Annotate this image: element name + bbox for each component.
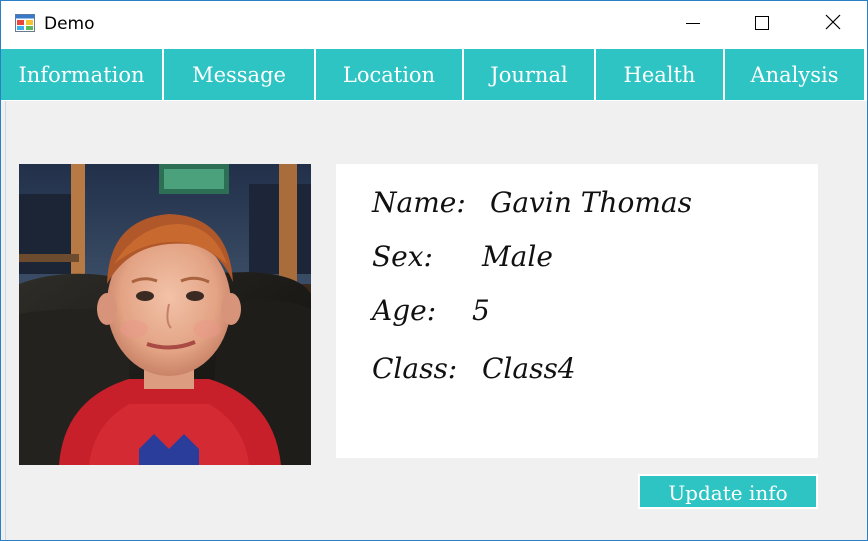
tab-bar: Information Message Location Journal Hea… (1, 47, 867, 101)
minimize-button[interactable] (670, 1, 716, 47)
maximize-icon (755, 15, 769, 34)
maximize-button[interactable] (739, 1, 785, 47)
info-card: Name: Gavin Thomas Sex: Male Age: 5 Class: C… (336, 164, 818, 458)
update-info-button[interactable]: Update info (638, 474, 818, 509)
sex-label: Sex: (372, 240, 433, 273)
class-value: Class4 (482, 352, 576, 385)
sex-row: Sex: Male (372, 240, 553, 273)
title-bar[interactable]: Demo (1, 1, 867, 47)
app-window: Demo Information Message Location Journa… (0, 0, 868, 541)
minimize-icon (686, 15, 700, 34)
sex-value: Male (482, 240, 553, 273)
age-row: Age: 5 (372, 294, 490, 327)
name-label: Name: (372, 186, 466, 219)
window-title: Demo (44, 14, 95, 34)
information-panel: Name: Gavin Thomas Sex: Male Age: 5 Class: C… (5, 101, 867, 540)
class-row: Class: Class4 (372, 352, 576, 385)
app-icon (15, 14, 35, 32)
tab-information[interactable]: Information (1, 49, 162, 100)
profile-photo (19, 164, 311, 465)
class-label: Class: (372, 352, 458, 385)
close-button[interactable] (810, 1, 856, 47)
tab-health[interactable]: Health (596, 49, 723, 100)
tab-analysis[interactable]: Analysis (725, 49, 864, 100)
age-value: 5 (472, 294, 490, 327)
name-value: Gavin Thomas (490, 186, 692, 219)
tab-message[interactable]: Message (164, 49, 314, 100)
age-label: Age: (372, 294, 437, 327)
tab-location[interactable]: Location (316, 49, 462, 100)
tab-journal[interactable]: Journal (464, 49, 594, 100)
name-row: Name: Gavin Thomas (372, 186, 692, 219)
close-icon (825, 14, 841, 34)
